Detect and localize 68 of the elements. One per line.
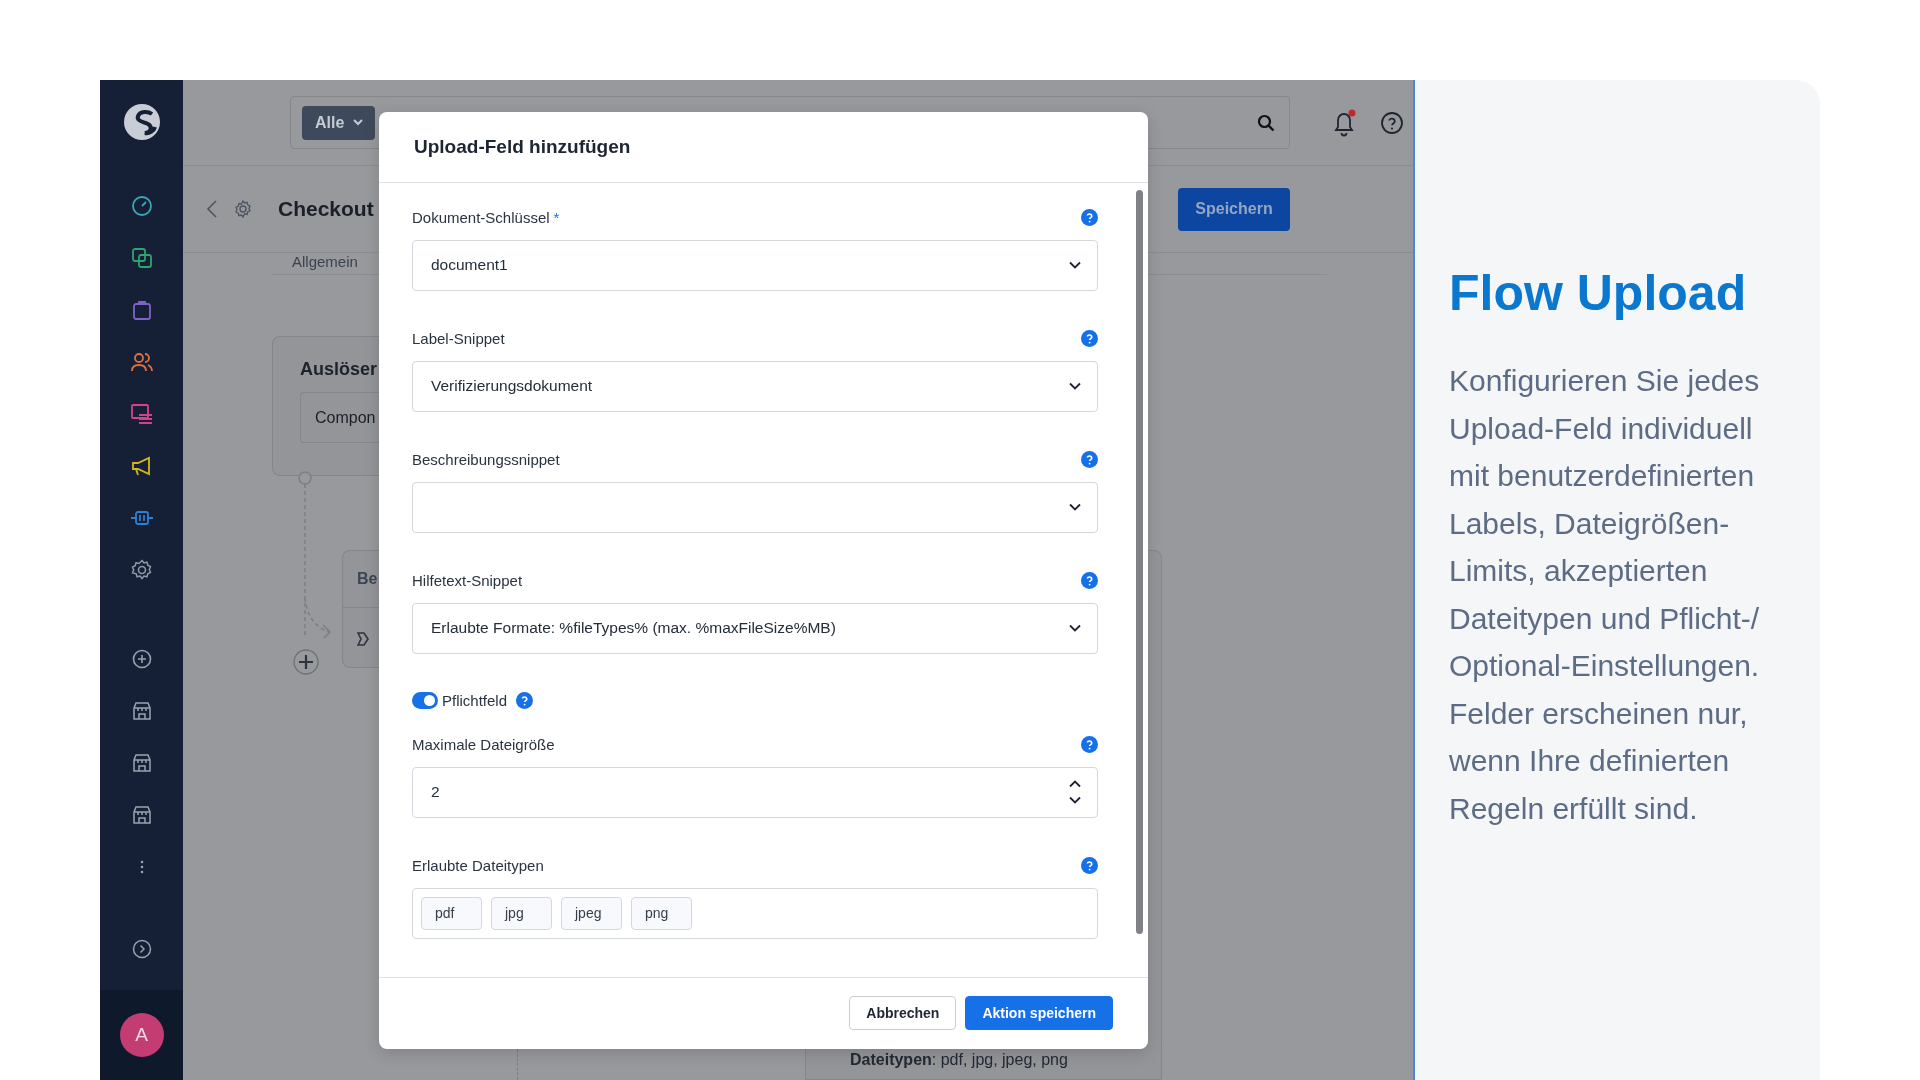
toggle-label: Pflichtfeld [442,691,508,709]
user-avatar[interactable]: A [119,1013,164,1057]
scrollbar[interactable] [1136,189,1143,934]
tag-icon [357,631,369,646]
store-icon[interactable] [131,805,152,825]
back-icon[interactable] [206,199,218,219]
file-type-tag[interactable]: pdf [421,896,482,930]
page-title: Checkout [278,197,374,221]
shopping-bag-icon[interactable] [130,299,153,321]
field-label: Erlaubte Dateitypen [412,857,544,875]
list-icon[interactable] [129,403,154,425]
save-button[interactable]: Speichern [1178,187,1290,231]
dashboard-icon[interactable] [130,195,153,217]
tag-input-field[interactable]: pdf jpg jpeg png [412,887,1098,939]
help-icon[interactable] [1081,330,1098,348]
more-icon[interactable] [139,860,144,874]
users-icon[interactable] [129,351,154,373]
copy-icon[interactable] [130,247,153,269]
file-type-tag[interactable]: png [631,896,692,930]
file-type-tag[interactable]: jpg [491,896,552,930]
help-icon[interactable] [1380,110,1404,135]
file-type-tag[interactable]: jpeg [561,896,622,930]
tab[interactable]: Allgemein [292,254,358,270]
cancel-button[interactable]: Abbrechen [849,996,957,1031]
panel-description: Konfigurieren Sie jedes Upload-Feld individuell mit benutzerdefinierten Labels, Dateigrößen-Limits, akzeptierten Dateitypen und Pflicht-/ Optional-Einstellungen. Felder erscheinen nur, wenn Ihre definierten Regeln erfüllt sind. [1449,363,1761,827]
expand-icon[interactable] [131,939,152,959]
add-node-icon[interactable] [293,649,319,675]
chevron-down-icon [1069,382,1081,391]
select-field[interactable]: document1 [412,239,1098,291]
field-label: Maximale Dateigröße [412,736,555,754]
help-icon[interactable] [1081,451,1098,469]
number-field[interactable]: 2 [412,766,1098,818]
trigger-card[interactable]: Auslöser Compon [272,336,379,476]
scope-dropdown[interactable]: Alle [302,105,376,140]
file-types-summary: Dateitypen: pdf, jpg, jpeg, png [850,1051,1069,1069]
chevron-down-icon [353,119,364,126]
field-label: Dokument-Schlüssel [412,209,550,227]
toggle-switch[interactable] [412,691,438,709]
notification-bell-icon[interactable] [1332,108,1358,137]
help-icon[interactable] [516,691,534,709]
help-icon[interactable] [1081,209,1098,227]
card-title: Auslöser [300,359,378,380]
chevron-down-icon [1069,503,1081,512]
field-label: Hilfetext-Snippet [412,572,523,590]
help-icon[interactable] [1081,736,1098,754]
panel-title: Flow Upload [1449,264,1747,323]
field-label: Beschreibungssnippet [412,451,560,469]
search-icon[interactable] [1257,113,1275,132]
chevron-down-icon [1069,261,1081,270]
settings-icon[interactable] [234,200,252,218]
add-circle-icon[interactable] [131,649,152,669]
settings-icon[interactable] [130,559,153,581]
select-field[interactable]: Verifizierungsdokument [412,360,1098,412]
store-icon[interactable] [131,701,152,721]
save-action-button[interactable]: Aktion speichern [965,996,1113,1031]
dialog-title: Upload-Feld hinzufügen [414,135,631,158]
store-icon[interactable] [131,753,152,773]
help-icon[interactable] [1081,572,1098,590]
select-field[interactable]: Erlaubte Formate: %fileTypes% (max. %maxFileSize%MB) [412,602,1098,654]
required-marker: * [553,209,560,227]
chevron-up-icon[interactable] [1069,780,1081,789]
shop-logo[interactable] [121,102,162,142]
select-field[interactable] [412,481,1098,533]
chevron-down-icon [1069,624,1081,633]
chevron-down-icon[interactable] [1069,796,1081,805]
help-icon[interactable] [1081,857,1098,875]
card-title: Be [357,570,378,588]
field-label: Label-Snippet [412,330,505,348]
